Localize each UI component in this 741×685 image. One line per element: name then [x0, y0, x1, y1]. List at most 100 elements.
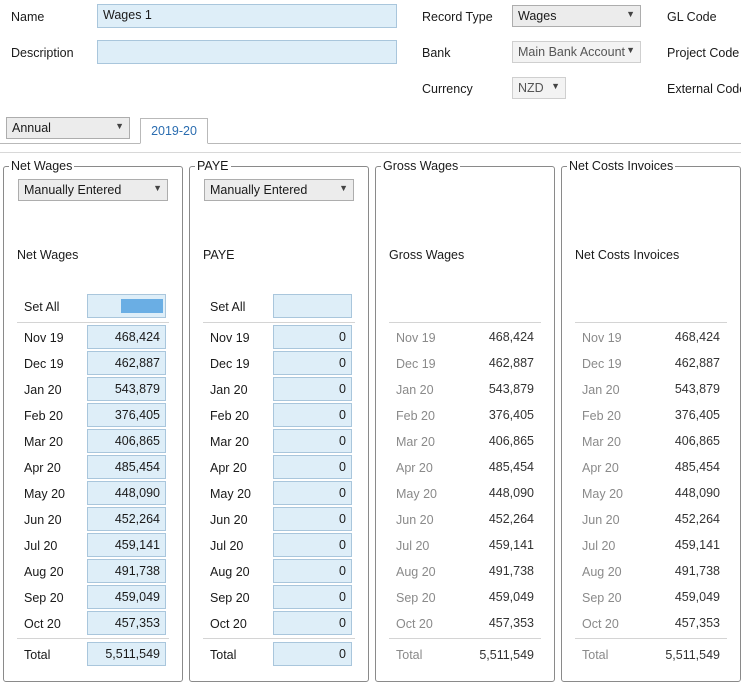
net-wages-mode-select[interactable]: Manually Entered ▼ [18, 179, 168, 201]
chevron-down-icon: ▼ [626, 45, 635, 55]
month-value: 376,405 [488, 408, 534, 422]
month-label: Jun 20 [396, 513, 434, 527]
month-value-field[interactable]: 376,405 [87, 403, 166, 427]
net-wages-mode-value: Manually Entered [24, 183, 122, 197]
month-value: 491,738 [488, 564, 534, 578]
month-label: Aug 20 [396, 565, 436, 579]
month-value: 457,353 [488, 616, 534, 630]
month-value-field[interactable]: 0 [273, 585, 352, 609]
month-label: Sep 20 [582, 591, 622, 605]
month-value-field[interactable]: 0 [273, 559, 352, 583]
month-value: 459,049 [488, 590, 534, 604]
month-label: Mar 20 [582, 435, 621, 449]
panel-title: Net Costs Invoices [567, 158, 676, 174]
month-label: Mar 20 [24, 435, 63, 449]
month-value-field[interactable]: 0 [273, 377, 352, 401]
month-label: Jul 20 [210, 539, 244, 553]
month-label: Nov 19 [396, 331, 436, 345]
month-label: Apr 20 [24, 461, 61, 475]
description-field[interactable] [97, 40, 397, 64]
period-select-value: Annual [12, 121, 51, 135]
panel-title: PAYE [195, 158, 231, 174]
bank-value: Main Bank Account [518, 45, 626, 59]
paye-mode-value: Manually Entered [210, 183, 308, 197]
period-select[interactable]: Annual ▼ [6, 117, 130, 139]
month-label: Nov 19 [582, 331, 622, 345]
month-value-field[interactable]: 0 [273, 481, 352, 505]
month-label: Nov 19 [210, 331, 250, 345]
set-all-field[interactable] [273, 294, 352, 318]
record-type-value: Wages [518, 9, 557, 23]
month-label: Feb 20 [396, 409, 435, 423]
month-label: Aug 20 [210, 565, 250, 579]
set-all-field[interactable] [87, 294, 166, 318]
month-value: 448,090 [488, 486, 534, 500]
month-value-field[interactable]: 448,090 [87, 481, 166, 505]
month-value-field[interactable]: 485,454 [87, 455, 166, 479]
name-field[interactable]: Wages 1 [97, 4, 397, 28]
month-value-field[interactable]: 543,879 [87, 377, 166, 401]
month-label: Jul 20 [396, 539, 430, 553]
month-label: Oct 20 [210, 617, 247, 631]
gross-wages-panel: Gross Wages Gross Wages Nov 19 468,424 Dec… [375, 158, 555, 682]
gl-code-label: GL Code [667, 10, 717, 24]
month-value-field[interactable]: 0 [273, 403, 352, 427]
record-type-select[interactable]: Wages ▼ [512, 5, 641, 27]
total-label: Total [210, 648, 237, 662]
month-value-field[interactable]: 459,141 [87, 533, 166, 557]
bank-label: Bank [422, 46, 451, 60]
total-label: Total [396, 648, 423, 662]
month-value: 452,264 [488, 512, 534, 526]
month-label: Dec 19 [24, 357, 64, 371]
month-value-field[interactable]: 0 [273, 351, 352, 375]
month-value-field[interactable]: 0 [273, 533, 352, 557]
month-label: Sep 20 [210, 591, 250, 605]
net-wages-total-field[interactable]: 5,511,549 [87, 642, 166, 666]
month-value: 485,454 [674, 460, 720, 474]
month-value-field[interactable]: 462,887 [87, 351, 166, 375]
chevron-down-icon: ▼ [153, 183, 162, 193]
month-label: May 20 [396, 487, 437, 501]
month-value-field[interactable]: 457,353 [87, 611, 166, 635]
month-label: Jan 20 [210, 383, 248, 397]
net-costs-invoices-panel: Net Costs Invoices Net Costs Invoices No… [561, 158, 741, 682]
month-value: 462,887 [674, 356, 720, 370]
month-value-field[interactable]: 406,865 [87, 429, 166, 453]
divider [389, 322, 541, 323]
currency-value: NZD [518, 81, 544, 95]
month-value: 376,405 [674, 408, 720, 422]
tab-2019-20[interactable]: 2019-20 [140, 118, 208, 144]
record-type-label: Record Type [422, 10, 493, 24]
month-value-field[interactable]: 452,264 [87, 507, 166, 531]
month-label: Oct 20 [396, 617, 433, 631]
description-label: Description [11, 46, 74, 60]
panel-heading: Net Costs Invoices [575, 248, 680, 262]
name-field-value: Wages 1 [103, 8, 152, 22]
gross-wages-total: 5,511,549 [479, 648, 534, 662]
month-value-field[interactable]: 0 [273, 429, 352, 453]
chevron-down-icon: ▼ [551, 81, 560, 91]
divider [575, 638, 727, 639]
month-value-field[interactable]: 0 [273, 455, 352, 479]
month-label: May 20 [24, 487, 65, 501]
paye-mode-select[interactable]: Manually Entered ▼ [204, 179, 354, 201]
month-value-field[interactable]: 0 [273, 507, 352, 531]
chevron-down-icon: ▼ [339, 183, 348, 193]
month-value-field[interactable]: 0 [273, 325, 352, 349]
month-label: Apr 20 [210, 461, 247, 475]
month-label: Oct 20 [24, 617, 61, 631]
paye-total-field[interactable]: 0 [273, 642, 352, 666]
month-label: Sep 20 [396, 591, 436, 605]
month-value-field[interactable]: 491,738 [87, 559, 166, 583]
currency-select[interactable]: NZD ▼ [512, 77, 566, 99]
panel-title: Net Wages [9, 158, 75, 174]
month-value-field[interactable]: 468,424 [87, 325, 166, 349]
month-label: May 20 [582, 487, 623, 501]
month-value-field[interactable]: 459,049 [87, 585, 166, 609]
net-costs-invoices-total: 5,511,549 [665, 648, 720, 662]
bank-select[interactable]: Main Bank Account ▼ [512, 41, 641, 63]
month-value: 468,424 [488, 330, 534, 344]
month-value-field[interactable]: 0 [273, 611, 352, 635]
panel-heading: Net Wages [17, 248, 79, 262]
month-value: 491,738 [674, 564, 720, 578]
